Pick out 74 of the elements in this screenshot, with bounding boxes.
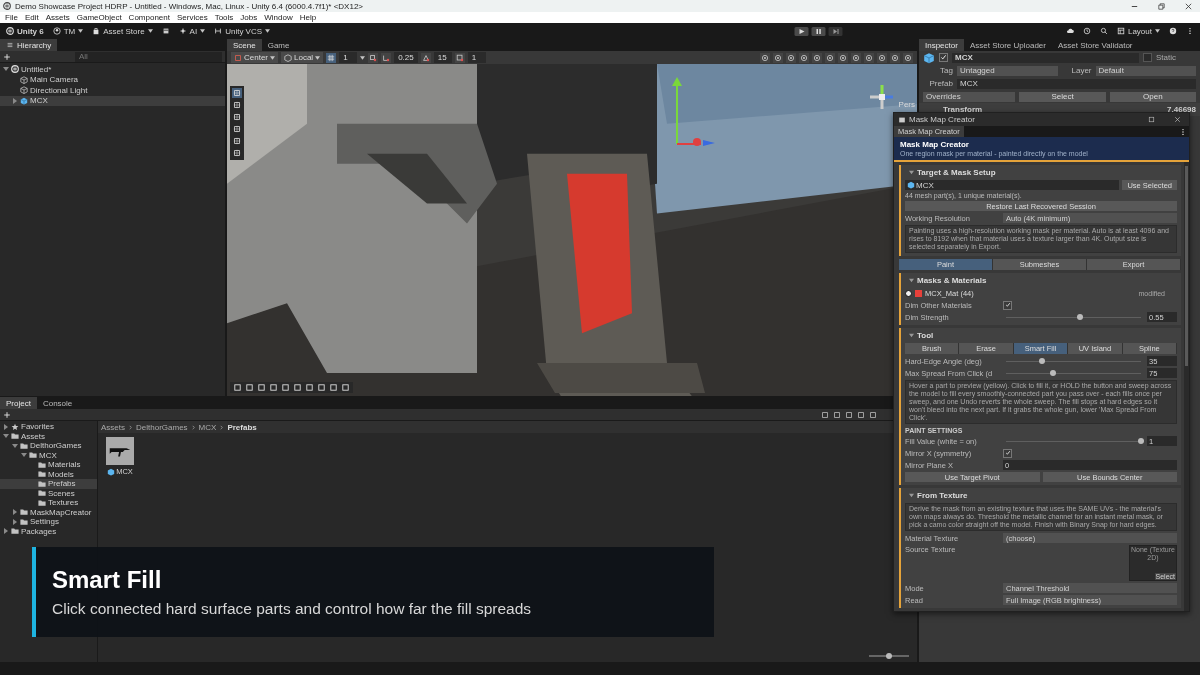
tree-item[interactable]: MCX <box>0 450 97 460</box>
number-field[interactable]: 7.46698 <box>1167 105 1196 114</box>
space-dropdown[interactable]: Local <box>281 52 324 63</box>
component-title[interactable]: Transform <box>943 105 983 114</box>
tree-item[interactable]: Models <box>0 469 97 479</box>
name-field[interactable]: MCX <box>952 52 1139 63</box>
field-label: Prefab <box>928 79 953 88</box>
tree-item[interactable]: Settings <box>0 517 97 527</box>
tree-item[interactable]: MaskMapCreator <box>0 507 97 517</box>
breadcrumb-link[interactable]: Prefabs <box>227 422 257 432</box>
tag-dropdown[interactable]: Untagged <box>957 65 1058 76</box>
select-button[interactable]: Select <box>1019 91 1106 102</box>
menu-item[interactable]: Services <box>176 13 208 22</box>
tree-item[interactable]: Prefabs <box>0 479 97 489</box>
tab[interactable]: Game <box>261 39 296 51</box>
tab[interactable]: Project <box>0 397 37 409</box>
caption-text: Click connected hard surface parts and control how far the fill spreads <box>52 600 533 618</box>
ai-button[interactable]: AI <box>178 26 206 36</box>
search-field[interactable]: All <box>75 51 222 62</box>
tree-item[interactable]: Assets <box>0 431 97 441</box>
breadcrumb-link[interactable]: MCX <box>198 422 217 432</box>
tree-item[interactable]: Textures <box>0 498 97 508</box>
menu-item[interactable]: File <box>5 13 18 22</box>
user-button[interactable]: TM <box>52 26 84 36</box>
field-label: Static <box>1156 53 1176 62</box>
tab[interactable]: Asset Store Uploader <box>963 39 1052 51</box>
open-button[interactable]: Open <box>1109 91 1196 102</box>
pivot-dropdown[interactable]: Center <box>231 52 278 63</box>
menu-item[interactable]: Edit <box>24 13 39 22</box>
heading: Mask Map Creator <box>900 140 970 149</box>
window-title: Mask Map Creator <box>909 115 975 124</box>
account-button[interactable]: Unity 6 <box>6 26 44 36</box>
menu-item[interactable]: Tools <box>214 13 234 22</box>
field-label: Layer <box>1070 66 1092 75</box>
scale-snap-field[interactable]: 1 <box>467 52 486 63</box>
version-control-button[interactable]: Unity VCS <box>214 26 271 36</box>
tab[interactable]: Scene <box>227 39 262 51</box>
menu-item[interactable]: Component <box>128 13 170 22</box>
tree-item[interactable]: DelthorGames <box>0 441 97 451</box>
rotate-snap-field[interactable]: 15 <box>433 52 452 63</box>
tab[interactable]: Hierarchy <box>0 39 58 51</box>
section-title[interactable]: Target & Mask Setup <box>917 168 996 177</box>
menu-item[interactable]: Window <box>264 13 293 22</box>
section-title[interactable]: From Texture <box>917 491 968 500</box>
grid-size-field[interactable]: 1 <box>339 52 358 63</box>
object-field[interactable]: MCX <box>905 180 1120 190</box>
layout-dropdown[interactable]: Layout <box>1116 26 1160 36</box>
tree-item[interactable]: Packages <box>0 526 97 536</box>
overrides-dropdown[interactable]: Overrides <box>923 91 1016 102</box>
tab[interactable]: Inspector <box>919 39 964 51</box>
section-title[interactable]: Masks & Materials <box>917 276 987 285</box>
tab[interactable]: Asset Store Validator <box>1051 39 1139 51</box>
move-snap-field[interactable]: 0.25 <box>394 52 418 63</box>
caption-title: Smart Fill <box>52 566 163 594</box>
menu-item[interactable]: Jobs <box>240 13 258 22</box>
prefab-field[interactable]: MCX <box>957 78 1196 89</box>
layer-dropdown[interactable]: Default <box>1095 65 1196 76</box>
breadcrumb-link[interactable]: Assets <box>101 422 125 432</box>
window-title: Demo Showcase Project HDRP - Untitled - Windows, Mac, Linux - Unity 6.4 (6000.4.7f1)* <DX12> <box>15 1 363 11</box>
menu-item[interactable]: GameObject <box>76 13 122 22</box>
tree-item[interactable]: Untitled* <box>0 64 225 75</box>
tree-item[interactable]: Materials <box>0 460 97 470</box>
tree-item[interactable]: Directional Light <box>0 85 225 96</box>
asset-store-button[interactable]: Asset Store <box>92 26 153 36</box>
breadcrumb-link[interactable]: DelthorGames <box>136 422 188 432</box>
menu-item[interactable]: Help <box>299 13 317 22</box>
tree-item[interactable]: Main Camera <box>0 74 225 85</box>
field-label: Tag <box>939 66 953 75</box>
tree-item[interactable]: Scenes <box>0 488 97 498</box>
tab[interactable]: Console <box>36 397 79 409</box>
tree-item[interactable]: Favorites <box>0 422 97 432</box>
menu-item[interactable]: Assets <box>45 13 70 22</box>
tree-item[interactable]: MCX <box>0 95 225 106</box>
section-title[interactable]: Tool <box>917 331 934 340</box>
